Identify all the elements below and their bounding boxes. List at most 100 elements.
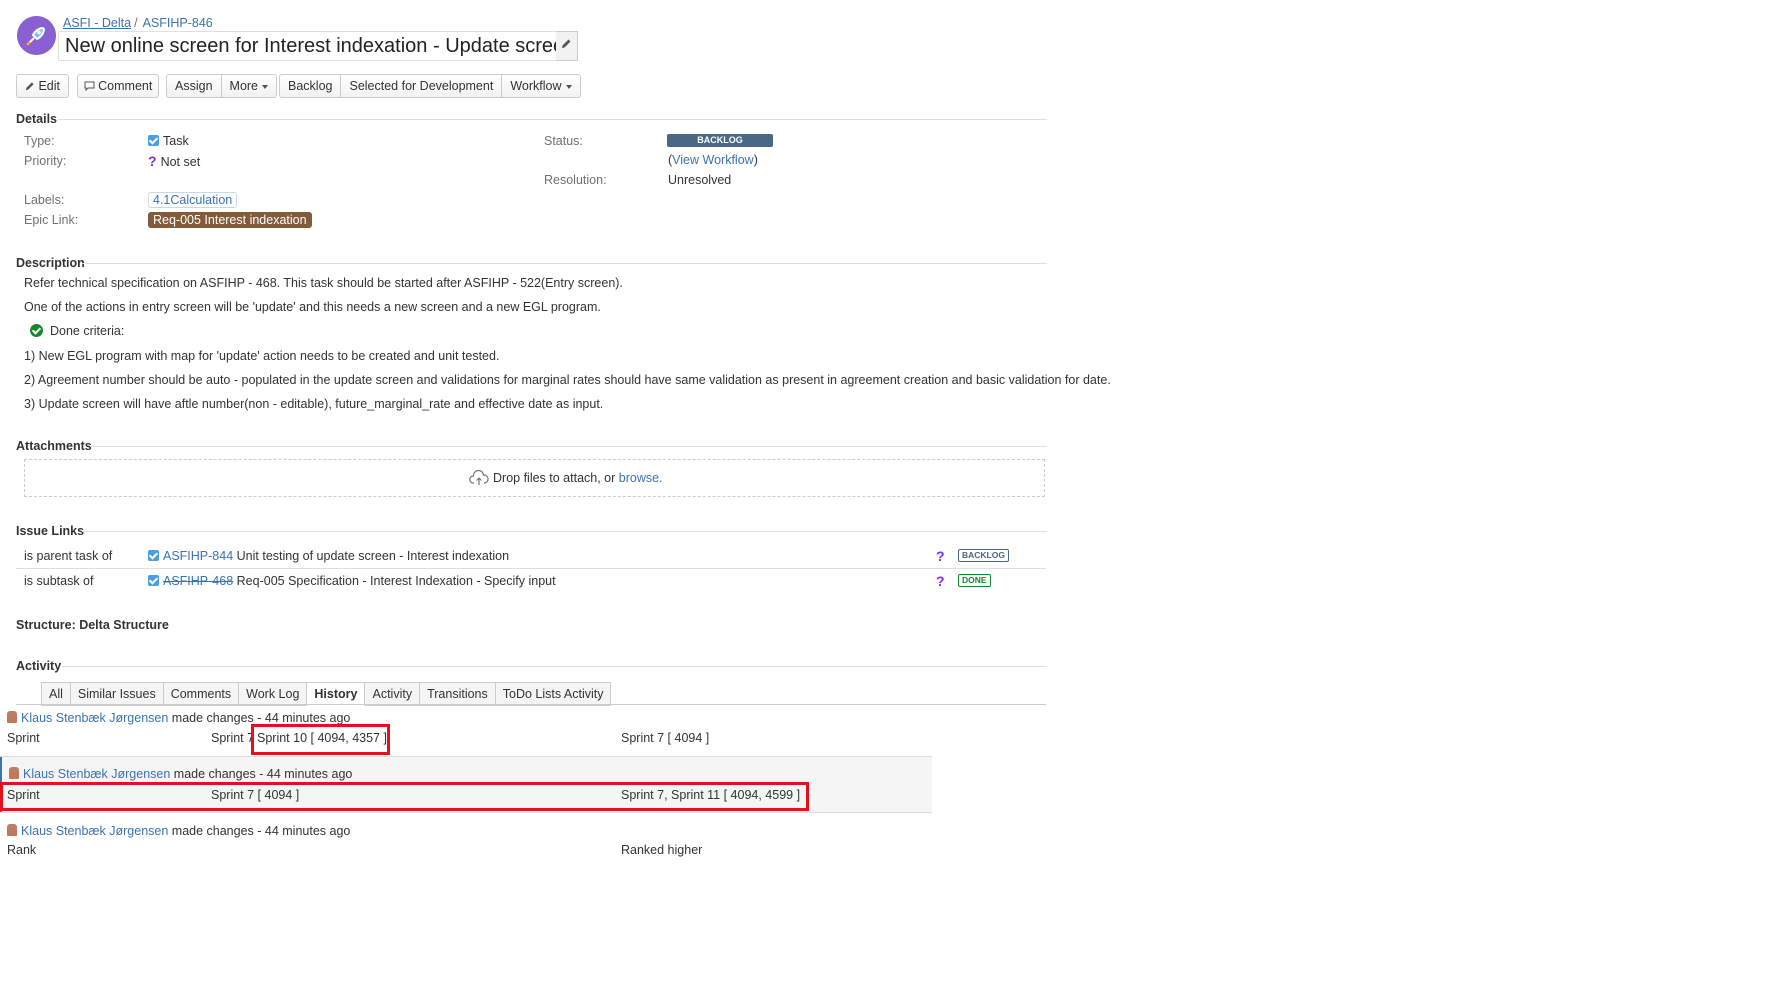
linked-issue: ASFIHP-468 Req-005 Specification - Inter… [148,574,556,588]
linked-issue-summary: Req-005 Specification - Interest Indexat… [236,574,556,588]
task-icon [148,550,159,561]
edit-button[interactable]: Edit [16,74,69,98]
history-meta: Klaus Stenbæk Jørgensen made changes - 4… [7,711,350,725]
description-divider [82,263,1047,264]
question-icon: ? [936,548,945,564]
tab-comments[interactable]: Comments [163,682,240,706]
activity-tabs: All Similar Issues Comments Work Log His… [41,682,612,706]
history-author-link[interactable]: Klaus Stenbæk Jørgensen [21,711,168,725]
linked-issue: ASFIHP-844 Unit testing of update screen… [148,549,509,563]
priority-value: ? Not set [148,153,200,169]
resolution-value: Unresolved [668,173,732,187]
pencil-icon [562,39,571,48]
tab-similar-issues[interactable]: Similar Issues [70,682,164,706]
link-relation: is subtask of [24,574,94,588]
status-label: Status: [544,134,583,148]
selected-for-development-button[interactable]: Selected for Development [340,75,501,97]
description-line: One of the actions in entry screen will … [24,300,601,314]
view-workflow: (View Workflow) [668,153,758,167]
tab-activity[interactable]: Activity [365,682,421,706]
priority-value-text: Not set [160,155,201,169]
history-author-link[interactable]: Klaus Stenbæk Jørgensen [23,767,170,781]
task-icon [148,575,159,586]
history-old-value: Sprint 7 [211,731,255,745]
description-line: Refer technical specification on ASFIHP … [24,276,623,290]
history-meta: Klaus Stenbæk Jørgensen made changes - 4… [7,824,350,838]
issue-links-divider [82,531,1047,532]
history-field: Rank [7,843,37,857]
tab-work-log[interactable]: Work Log [239,682,308,706]
edit-button-label: Edit [38,79,61,93]
activity-heading: Activity [16,659,62,673]
cloud-upload-icon [469,469,489,485]
dropzone-label: Drop files to attach, or [493,471,619,485]
linked-issue-key[interactable]: ASFIHP-844 [163,549,233,563]
tab-all[interactable]: All [41,682,71,706]
link-row-divider [16,568,1046,569]
question-icon: ? [936,573,945,589]
view-workflow-link[interactable]: View Workflow [672,153,754,167]
attachment-dropzone[interactable]: Drop files to attach, or browse. [24,459,1045,497]
tab-todo-lists-activity[interactable]: ToDo Lists Activity [495,682,612,706]
activity-divider [62,666,1047,667]
highlight-box [0,782,809,811]
workflow-button-label: Workflow [510,79,562,93]
chevron-down-icon [565,84,572,89]
edit-summary-button[interactable] [556,31,578,61]
more-button[interactable]: More [220,75,276,97]
tabs-divider [16,704,1046,705]
assign-more-group: Assign More [166,74,278,98]
linked-status-badge: BACKLOG [958,549,1009,562]
history-new-value: Ranked higher [621,843,703,857]
status-badge: BACKLOG [667,134,773,147]
question-icon: ? [148,153,157,169]
description-heading: Description [16,256,85,270]
assign-button[interactable]: Assign [167,75,221,97]
issue-summary: New online screen for Interest indexatio… [65,35,576,57]
epic-link-tag[interactable]: Req-005 Interest indexation [148,212,312,228]
more-button-label: More [229,79,259,93]
comment-icon [84,81,95,92]
history-action: made changes - 44 minutes ago [168,824,351,838]
history-author-link[interactable]: Klaus Stenbæk Jørgensen [21,824,168,838]
link-relation: is parent task of [24,549,113,563]
label-tag[interactable]: 4.1Calculation [148,192,238,208]
history-action: made changes - 44 minutes ago [170,767,353,781]
linked-issue-key[interactable]: ASFIHP-468 [163,574,233,588]
linked-status-badge: DONE [958,574,991,587]
tab-transitions[interactable]: Transitions [420,682,496,706]
rocket-icon [17,16,56,55]
attachments-divider [90,446,1047,447]
attachments-heading: Attachments [16,439,92,453]
description-line: Done criteria: [50,324,125,338]
history-new-value: Sprint 7 [ 4094 ] [621,731,710,745]
issue-links-heading: Issue Links [16,524,85,538]
comment-button-label: Comment [98,79,153,93]
workflow-button[interactable]: Workflow [501,75,579,97]
avatar [7,711,17,723]
epic-link-label: Epic Link: [24,213,79,227]
linked-issue-summary: Unit testing of update screen - Interest… [236,549,510,563]
structure-heading: Structure: Delta Structure [16,618,169,632]
description-line: 2) Agreement number should be auto - pop… [24,373,1111,387]
details-heading: Details [16,112,57,126]
chevron-down-icon [262,84,269,89]
description-done-criteria: Done criteria: [30,324,124,338]
avatar [9,767,19,779]
history-field: Sprint [7,731,40,745]
history-meta: Klaus Stenbæk Jørgensen made changes - 4… [9,767,352,781]
description-line: 1) New EGL program with map for 'update'… [24,349,500,363]
breadcrumb: ASFI - Delta / ASFIHP-846 [63,16,213,30]
breadcrumb-issue-key-link[interactable]: ASFIHP-846 [143,16,213,30]
comment-button[interactable]: Comment [77,74,159,98]
history-entry: Klaus Stenbæk Jørgensen made changes - 4… [0,813,932,863]
browse-link[interactable]: browse. [619,471,663,485]
breadcrumb-project-link[interactable]: ASFI - Delta [63,16,131,30]
issue-summary-field[interactable]: New online screen for Interest indexatio… [58,31,575,61]
history-action: made changes - 44 minutes ago [168,711,351,725]
backlog-button[interactable]: Backlog [280,75,340,97]
check-circle-icon [30,324,43,337]
tab-history[interactable]: History [307,682,366,706]
description-line: 3) Update screen will have aftle number(… [24,397,604,411]
project-avatar[interactable] [17,16,56,55]
